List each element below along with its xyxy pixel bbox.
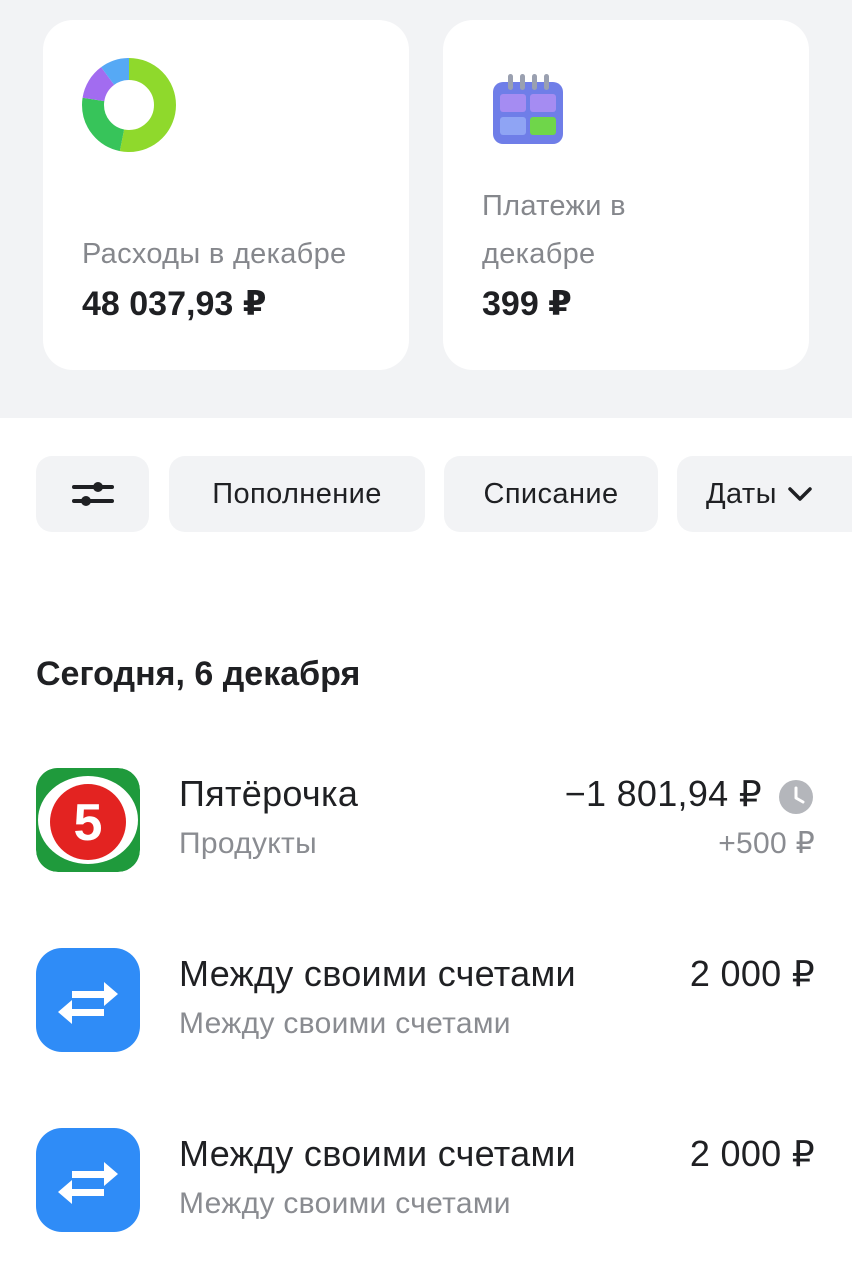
calendar-icon xyxy=(493,74,563,144)
donut-chart-icon xyxy=(82,58,176,152)
section-date-title: Сегодня, 6 декабря xyxy=(36,655,361,693)
transfer-arrows-icon xyxy=(36,948,140,1052)
filter-settings-button[interactable] xyxy=(36,456,149,532)
debit-filter-button[interactable]: Списание xyxy=(444,456,658,532)
transaction-amount: −1 801,94 ₽ xyxy=(564,773,762,814)
payments-label: Платежи в декабре xyxy=(482,190,626,270)
expenses-value: 48 037,93 ₽ xyxy=(82,285,267,323)
transaction-category: Продукты xyxy=(179,827,317,860)
summary-area: Расходы в декабре 48 037,93 ₽ Платежи в … xyxy=(0,0,852,418)
sliders-icon xyxy=(71,482,114,506)
expenses-label: Расходы в декабре xyxy=(82,238,347,270)
transaction-bonus: +500 ₽ xyxy=(718,827,815,860)
transfer-arrows-icon xyxy=(36,1128,140,1232)
transaction-category: Между своими счетами xyxy=(179,1007,511,1040)
transaction-amount: 2 000 ₽ xyxy=(689,953,815,994)
dates-label: Даты xyxy=(706,477,777,510)
transaction-row[interactable]: 5 Пятёрочка Продукты −1 801,94 ₽ +500 ₽ xyxy=(0,768,852,878)
transaction-row[interactable]: Между своими счетами Между своими счетам… xyxy=(0,1128,852,1238)
payments-card[interactable]: Платежи в декабре 399 ₽ xyxy=(443,20,809,370)
expenses-card[interactable]: Расходы в декабре 48 037,93 ₽ xyxy=(43,20,409,370)
filter-bar: Пополнение Списание Даты xyxy=(0,456,852,532)
transaction-name: Между своими счетами xyxy=(179,1133,576,1174)
payments-value: 399 ₽ xyxy=(482,285,572,323)
dates-filter-button[interactable]: Даты xyxy=(677,456,852,532)
clock-icon xyxy=(779,780,813,814)
chevron-down-icon xyxy=(788,487,812,501)
transaction-row[interactable]: Между своими счетами Между своими счетам… xyxy=(0,948,852,1058)
transaction-amount: 2 000 ₽ xyxy=(689,1133,815,1174)
transaction-name: Пятёрочка xyxy=(179,773,359,814)
transaction-name: Между своими счетами xyxy=(179,953,576,994)
topup-filter-button[interactable]: Пополнение xyxy=(169,456,425,532)
pyaterochka-logo: 5 xyxy=(36,768,140,872)
transaction-category: Между своими счетами xyxy=(179,1187,511,1220)
svg-text:5: 5 xyxy=(74,794,103,852)
